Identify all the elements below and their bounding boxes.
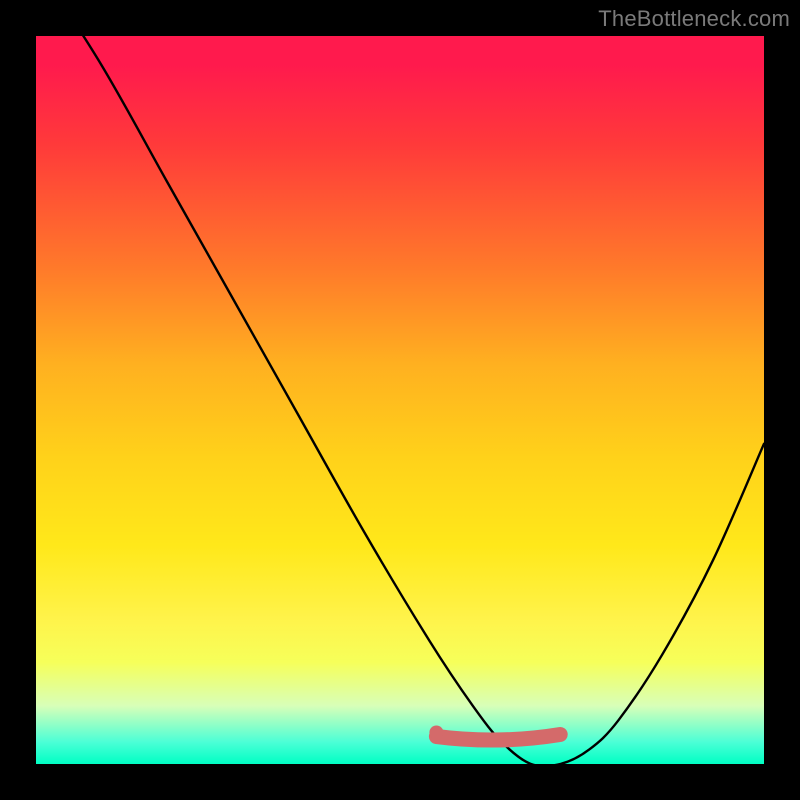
- plot-area: [36, 36, 764, 764]
- optimal-range-start-dot: [429, 726, 443, 740]
- watermark-text: TheBottleneck.com: [598, 6, 790, 32]
- chart-frame: TheBottleneck.com: [0, 0, 800, 800]
- optimal-range-marker: [436, 735, 560, 741]
- bottleneck-curve: [36, 36, 764, 764]
- curve-layer: [36, 36, 764, 764]
